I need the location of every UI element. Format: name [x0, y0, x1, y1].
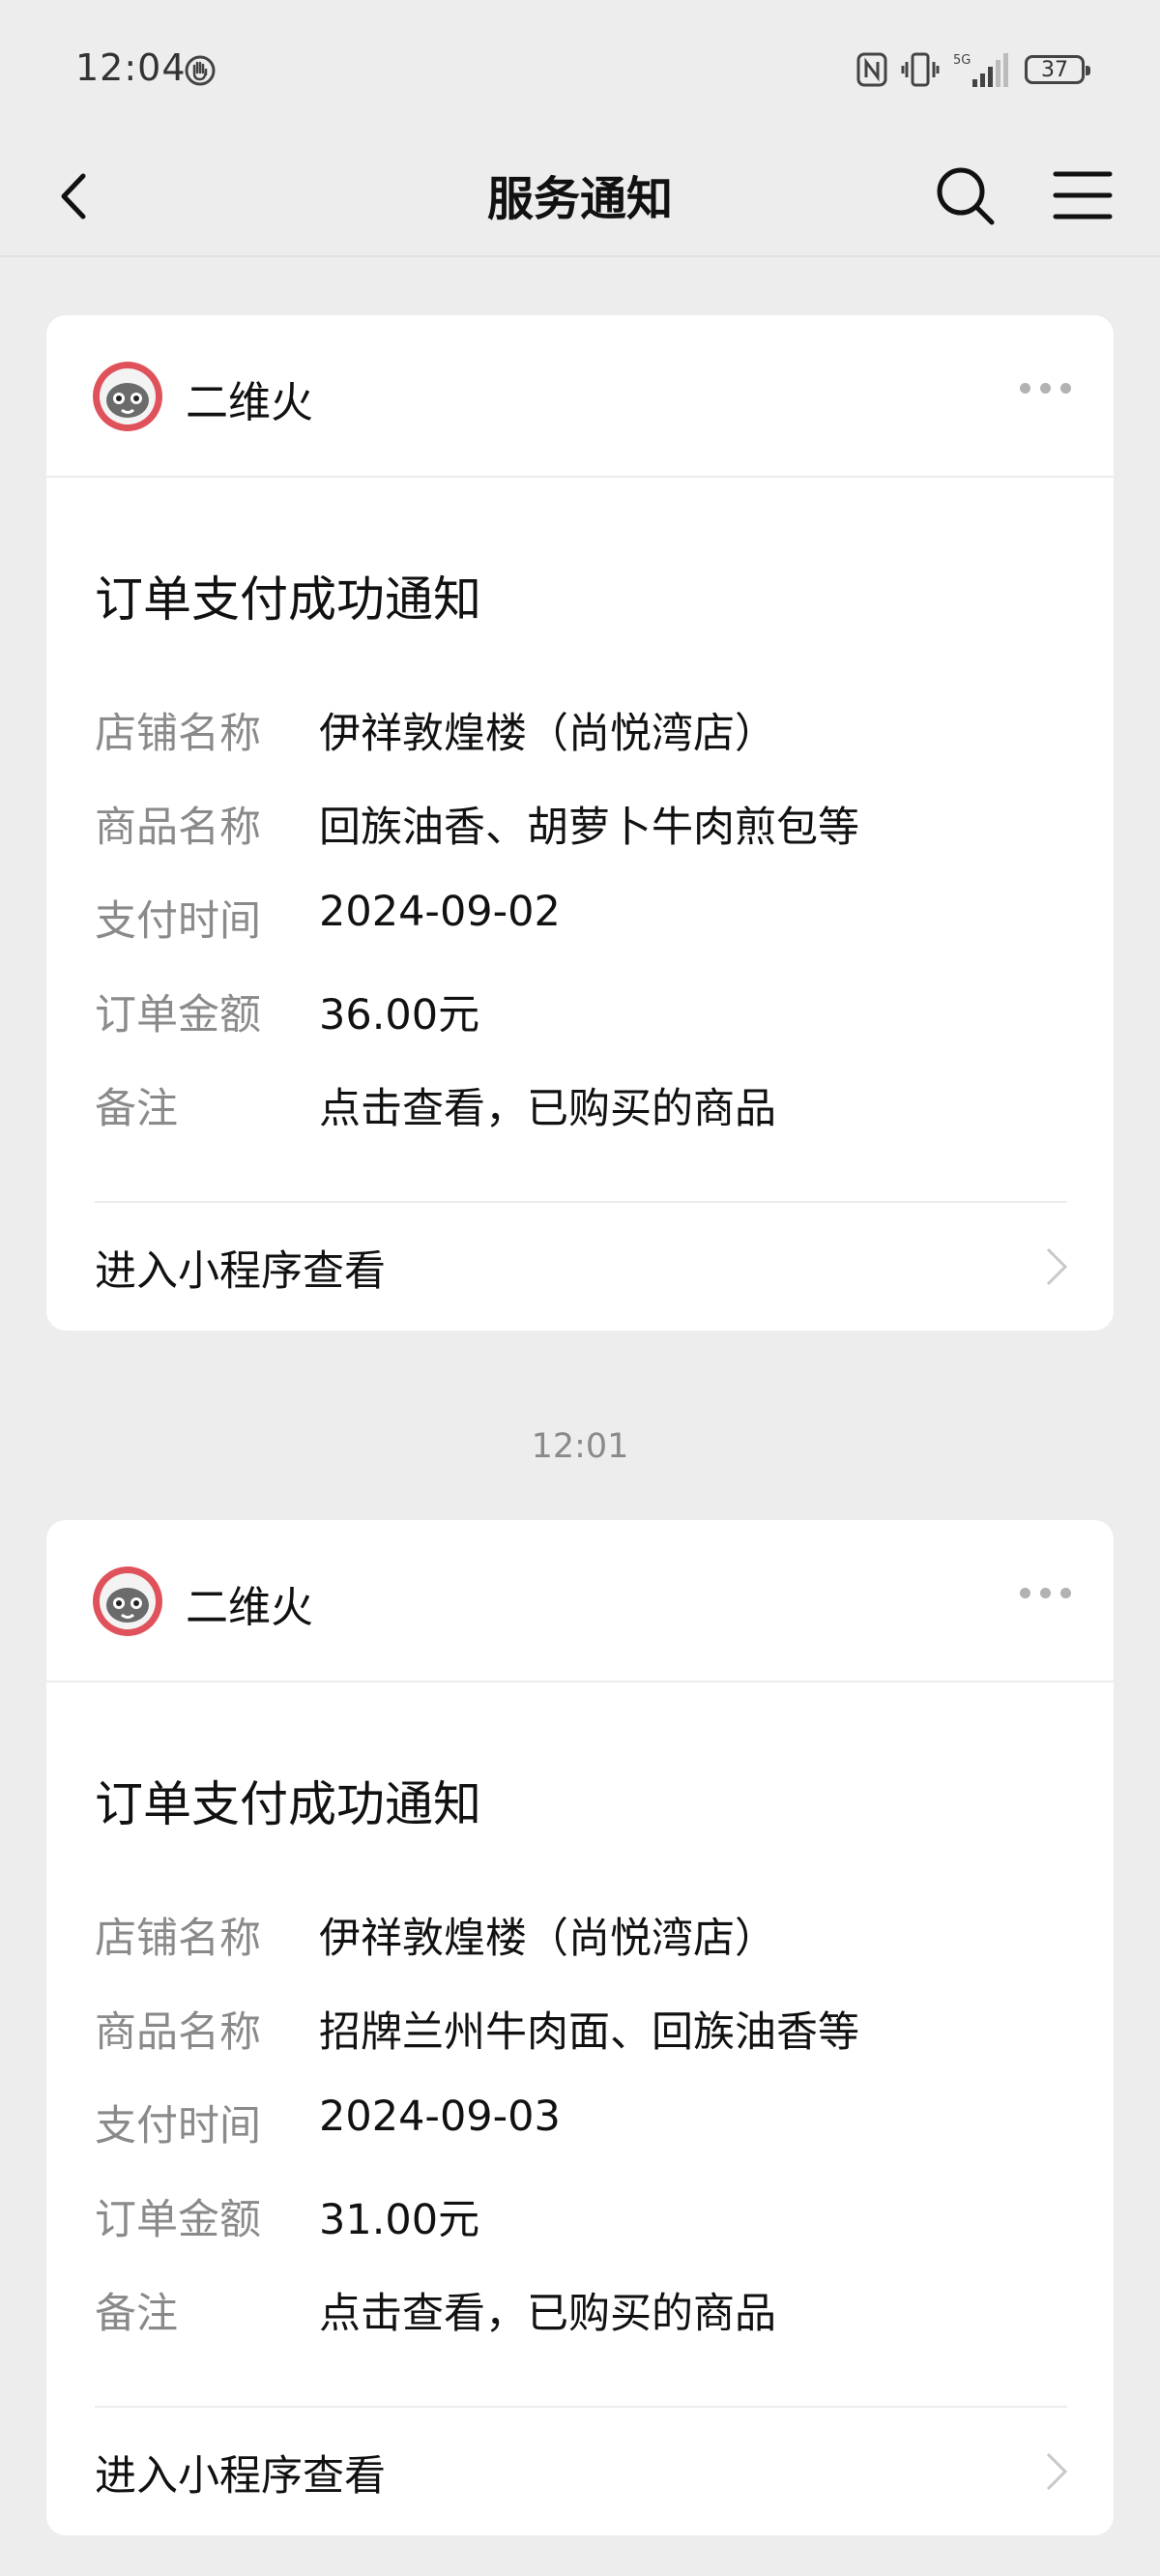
- avatar[interactable]: [93, 1566, 162, 1636]
- detail-value: 31.00元: [319, 2196, 480, 2244]
- detail-row-note: 备注 点击查看，已购买的商品: [95, 1075, 1071, 1169]
- vibrate-icon: [901, 52, 940, 87]
- status-time: 12:04: [75, 46, 187, 89]
- avatar[interactable]: [93, 362, 162, 431]
- detail-row-time: 支付时间 2024-09-03: [95, 2093, 1071, 2186]
- detail-list: 店铺名称 伊祥敦煌楼（尚悦湾店） 商品名称 招牌兰州牛肉面、回族油香等 支付时间…: [95, 1905, 1071, 2374]
- notification-card[interactable]: 二维火 订单支付成功通知 店铺名称 伊祥敦煌楼（尚悦湾店） 商品名称 招牌兰州牛…: [46, 1520, 1114, 2535]
- sender-name: 二维火: [186, 1583, 313, 1632]
- detail-value: 2024-09-02: [319, 888, 561, 936]
- detail-list: 店铺名称 伊祥敦煌楼（尚悦湾店） 商品名称 回族油香、胡萝卜牛肉煎包等 支付时间…: [95, 700, 1071, 1169]
- detail-label: 店铺名称: [95, 1915, 261, 1963]
- navigation-bar: 服务通知: [0, 135, 1160, 257]
- notification-card[interactable]: 二维火 订单支付成功通知 店铺名称 伊祥敦煌楼（尚悦湾店） 商品名称 回族油香、…: [46, 315, 1114, 1331]
- detail-value: 伊祥敦煌楼（尚悦湾店）: [319, 1915, 776, 1963]
- divider: [95, 2406, 1067, 2408]
- open-miniprogram-link[interactable]: 进入小程序查看: [95, 1238, 386, 1298]
- notification-title: 订单支付成功通知: [95, 1776, 481, 1832]
- menu-icon[interactable]: [1046, 159, 1119, 232]
- signal-icon: 5G: [953, 53, 1008, 87]
- detail-value: 回族油香、胡萝卜牛肉煎包等: [319, 804, 859, 852]
- detail-label: 支付时间: [95, 897, 261, 946]
- detail-label: 商品名称: [95, 804, 261, 852]
- detail-row-product: 商品名称 回族油香、胡萝卜牛肉煎包等: [95, 794, 1071, 888]
- detail-label: 订单金额: [95, 991, 261, 1039]
- svg-text:5G: 5G: [953, 53, 971, 68]
- divider: [95, 1201, 1067, 1203]
- message-timestamp: 12:01: [531, 1427, 629, 1466]
- detail-label: 支付时间: [95, 2102, 261, 2151]
- chevron-right-icon[interactable]: [1042, 2446, 1071, 2497]
- status-icons: 5G 37: [856, 48, 1090, 91]
- more-dots-icon[interactable]: [1020, 1588, 1071, 1598]
- detail-row-product: 商品名称 招牌兰州牛肉面、回族油香等: [95, 1999, 1071, 2093]
- detail-value: 伊祥敦煌楼（尚悦湾店）: [319, 710, 776, 758]
- detail-row-store: 店铺名称 伊祥敦煌楼（尚悦湾店）: [95, 1905, 1071, 1999]
- detail-value: 2024-09-03: [319, 2093, 561, 2141]
- detail-value: 36.00元: [319, 991, 480, 1039]
- sender-name: 二维火: [186, 378, 313, 427]
- more-dots-icon[interactable]: [1020, 383, 1071, 394]
- battery-indicator: 37: [1025, 55, 1090, 84]
- search-icon[interactable]: [928, 159, 1001, 232]
- hand-icon: [185, 55, 216, 86]
- card-header: 二维火: [46, 1520, 1114, 1683]
- nfc-icon: [856, 52, 887, 87]
- detail-label: 备注: [95, 1085, 178, 1133]
- detail-row-amount: 订单金额 36.00元: [95, 981, 1071, 1075]
- detail-value: 点击查看，已购买的商品: [319, 1085, 776, 1133]
- detail-label: 订单金额: [95, 2196, 261, 2244]
- detail-label: 店铺名称: [95, 710, 261, 758]
- chevron-right-icon[interactable]: [1042, 1242, 1071, 1292]
- battery-level: 37: [1041, 57, 1068, 82]
- card-header: 二维火: [46, 315, 1114, 478]
- detail-row-store: 店铺名称 伊祥敦煌楼（尚悦湾店）: [95, 700, 1071, 794]
- detail-label: 备注: [95, 2290, 178, 2338]
- detail-row-time: 支付时间 2024-09-02: [95, 888, 1071, 981]
- detail-row-note: 备注 点击查看，已购买的商品: [95, 2280, 1071, 2374]
- open-miniprogram-link[interactable]: 进入小程序查看: [95, 2443, 386, 2503]
- detail-row-amount: 订单金额 31.00元: [95, 2186, 1071, 2280]
- notification-title: 订单支付成功通知: [95, 571, 481, 628]
- detail-label: 商品名称: [95, 2008, 261, 2057]
- detail-value: 招牌兰州牛肉面、回族油香等: [319, 2008, 859, 2057]
- status-bar: 12:04 5G 37: [0, 0, 1160, 135]
- detail-value: 点击查看，已购买的商品: [319, 2290, 776, 2338]
